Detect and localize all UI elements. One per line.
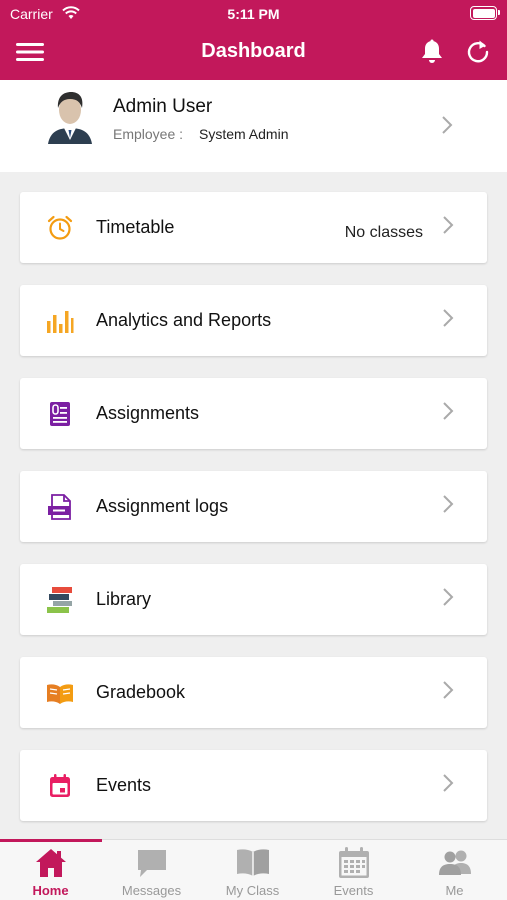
menu-item-label: Analytics and Reports	[96, 310, 272, 330]
calendar-icon	[50, 774, 70, 797]
calendar-icon	[339, 847, 369, 878]
people-icon	[439, 850, 471, 875]
status-time: 5:11 PM	[227, 6, 280, 22]
menu-item-label: Library	[96, 589, 152, 609]
refresh-icon[interactable]	[464, 38, 492, 66]
home-icon	[36, 849, 66, 877]
chevron-right-icon	[443, 402, 454, 420]
chat-icon	[138, 850, 166, 877]
menu-item-label: Assignment logs	[96, 496, 229, 516]
tab-my-class[interactable]: My Class	[202, 840, 303, 900]
tab-label: Events	[333, 883, 374, 898]
menu-item-assignment-logs[interactable]: Assignment logs	[20, 471, 487, 542]
top-bar: Carrier 5:11 PM Dashboard	[0, 0, 507, 80]
profile-role-label: Employee :	[113, 126, 184, 142]
tab-messages[interactable]: Messages	[101, 840, 202, 900]
chevron-right-icon	[443, 216, 454, 234]
tab-label: Home	[32, 883, 69, 898]
tab-events[interactable]: Events	[303, 840, 404, 900]
bar-chart-icon	[47, 311, 74, 333]
book-icon	[237, 849, 269, 876]
chevron-right-icon	[443, 495, 454, 513]
chevron-right-icon	[443, 681, 454, 699]
battery-icon	[470, 6, 500, 20]
bottom-tab-bar: Home Messages My Class Events Me	[0, 839, 507, 900]
menu-item-events[interactable]: Events	[20, 750, 487, 821]
log-file-icon	[48, 494, 71, 520]
assignment-icon	[50, 402, 70, 426]
menu-item-assignments[interactable]: Assignments	[20, 378, 487, 449]
profile-name: Admin User	[113, 96, 213, 117]
alarm-clock-icon	[47, 215, 73, 240]
chevron-right-icon	[442, 116, 453, 134]
tab-me[interactable]: Me	[404, 840, 505, 900]
menu-item-gradebook[interactable]: Gradebook	[20, 657, 487, 728]
bell-icon[interactable]	[418, 38, 446, 66]
menu-item-label: Gradebook	[96, 682, 186, 702]
profile-card[interactable]: Admin User Employee : System Admin	[0, 80, 507, 172]
tab-label: Messages	[121, 883, 182, 898]
menu-item-label: Events	[96, 775, 152, 795]
menu-item-analytics-and-reports[interactable]: Analytics and Reports	[20, 285, 487, 356]
menu-item-library[interactable]: Library	[20, 564, 487, 635]
status-bar: Carrier 5:11 PM	[0, 0, 507, 28]
chevron-right-icon	[443, 309, 454, 327]
menu-item-label: Timetable	[96, 217, 175, 237]
avatar	[48, 92, 92, 144]
tab-home[interactable]: Home	[0, 840, 101, 900]
open-book-icon	[47, 684, 73, 704]
chevron-right-icon	[443, 588, 454, 606]
tab-label: Me	[445, 883, 464, 898]
books-icon	[47, 587, 72, 613]
menu-item-timetable[interactable]: Timetable No classes	[20, 192, 487, 263]
menu-item-label: Assignments	[96, 403, 200, 423]
tab-label: My Class	[225, 883, 280, 898]
chevron-right-icon	[443, 774, 454, 792]
profile-role-value: System Admin	[199, 126, 289, 142]
timetable-status: No classes	[344, 224, 423, 241]
